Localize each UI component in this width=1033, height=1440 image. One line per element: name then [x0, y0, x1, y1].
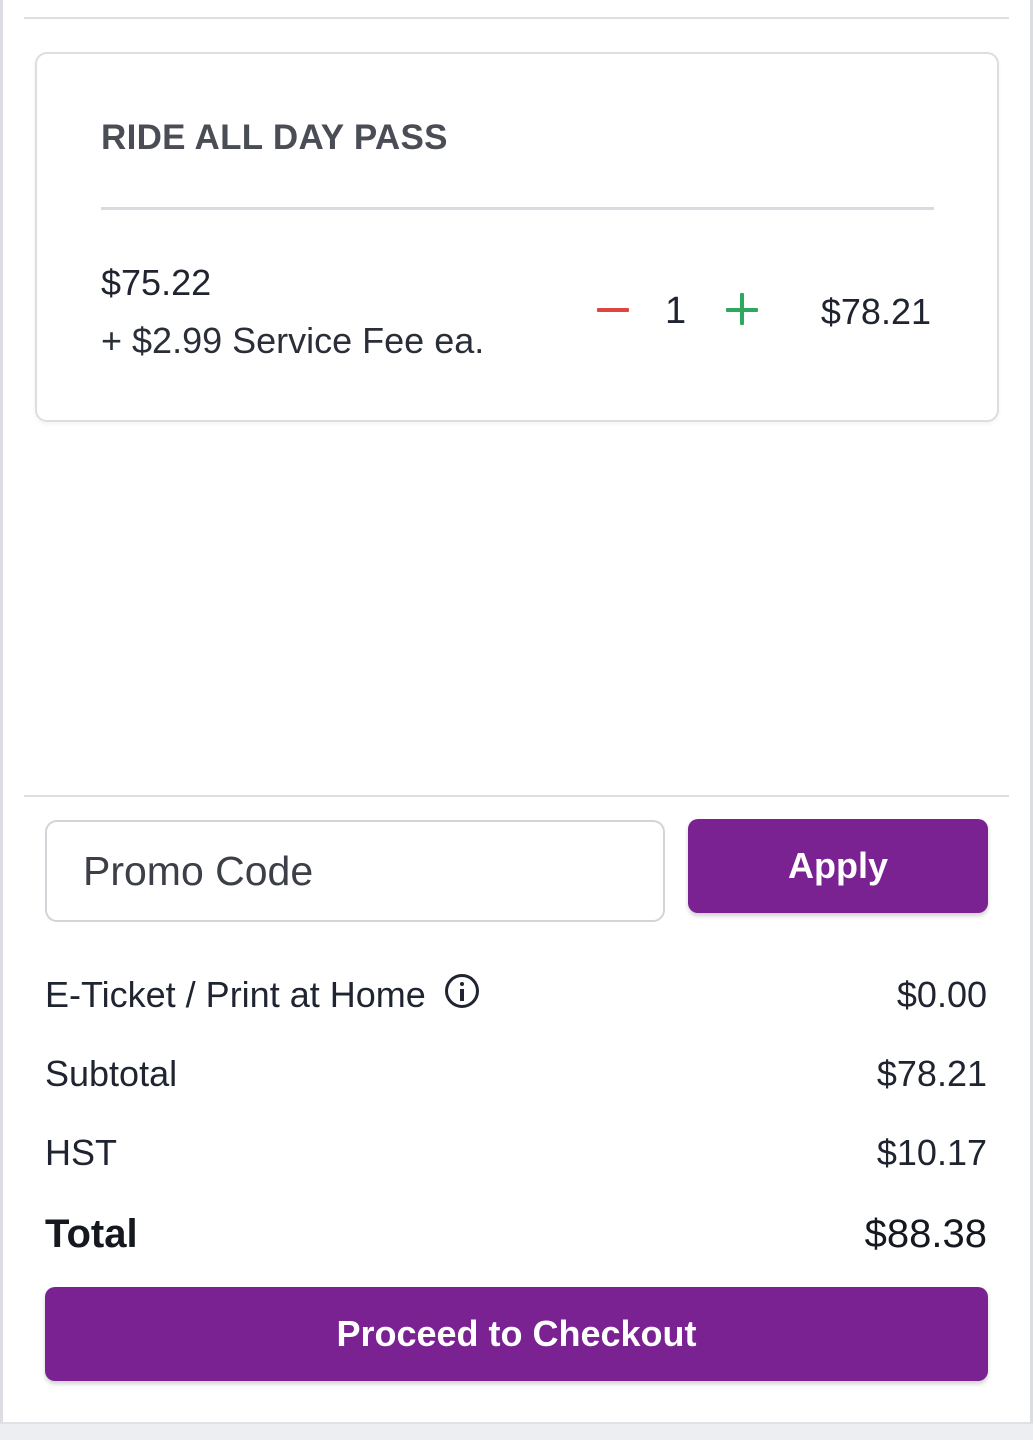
top-divider: [24, 17, 1009, 19]
subtotal-row: Subtotal $78.21: [45, 1053, 987, 1103]
total-row: Total $88.38: [45, 1212, 987, 1262]
info-icon[interactable]: [445, 974, 479, 1008]
hst-label: HST: [45, 1132, 117, 1173]
eticket-value: $0.00: [896, 974, 987, 1015]
hst-value: $10.17: [876, 1132, 987, 1173]
info-icon-dot: [460, 982, 464, 986]
card-divider: [101, 207, 934, 210]
decrease-quantity-button[interactable]: [595, 292, 629, 326]
ticket-card: RIDE ALL DAY PASS $75.22 + $2.99 Service…: [35, 52, 999, 422]
cart-panel: RIDE ALL DAY PASS $75.22 + $2.99 Service…: [0, 0, 1033, 1440]
section-divider: [24, 795, 1009, 797]
total-value: $88.38: [864, 1212, 987, 1256]
total-label: Total: [45, 1212, 138, 1256]
increase-quantity-button[interactable]: [725, 292, 759, 326]
minus-icon: [597, 308, 629, 312]
subtotal-value: $78.21: [876, 1053, 987, 1094]
subtotal-label: Subtotal: [45, 1053, 178, 1094]
eticket-label: E-Ticket / Print at Home: [45, 974, 426, 1015]
apply-button[interactable]: Apply: [688, 819, 988, 913]
hst-row: HST $10.17: [45, 1132, 987, 1182]
service-fee: + $2.99 Service Fee ea.: [101, 320, 485, 361]
quantity-value: 1: [665, 290, 687, 332]
checkout-button[interactable]: Proceed to Checkout: [45, 1287, 988, 1381]
promo-code-input[interactable]: [45, 820, 665, 922]
eticket-row: E-Ticket / Print at Home $0.00: [45, 974, 987, 1024]
panel-border-left: [0, 0, 3, 1440]
plus-icon-stem: [740, 293, 744, 325]
ticket-title: RIDE ALL DAY PASS: [101, 118, 448, 157]
panel-border-bottom: [0, 1422, 1033, 1440]
info-icon-stem: [460, 989, 464, 1001]
unit-price: $75.22: [101, 262, 212, 303]
line-total: $78.21: [820, 291, 931, 332]
